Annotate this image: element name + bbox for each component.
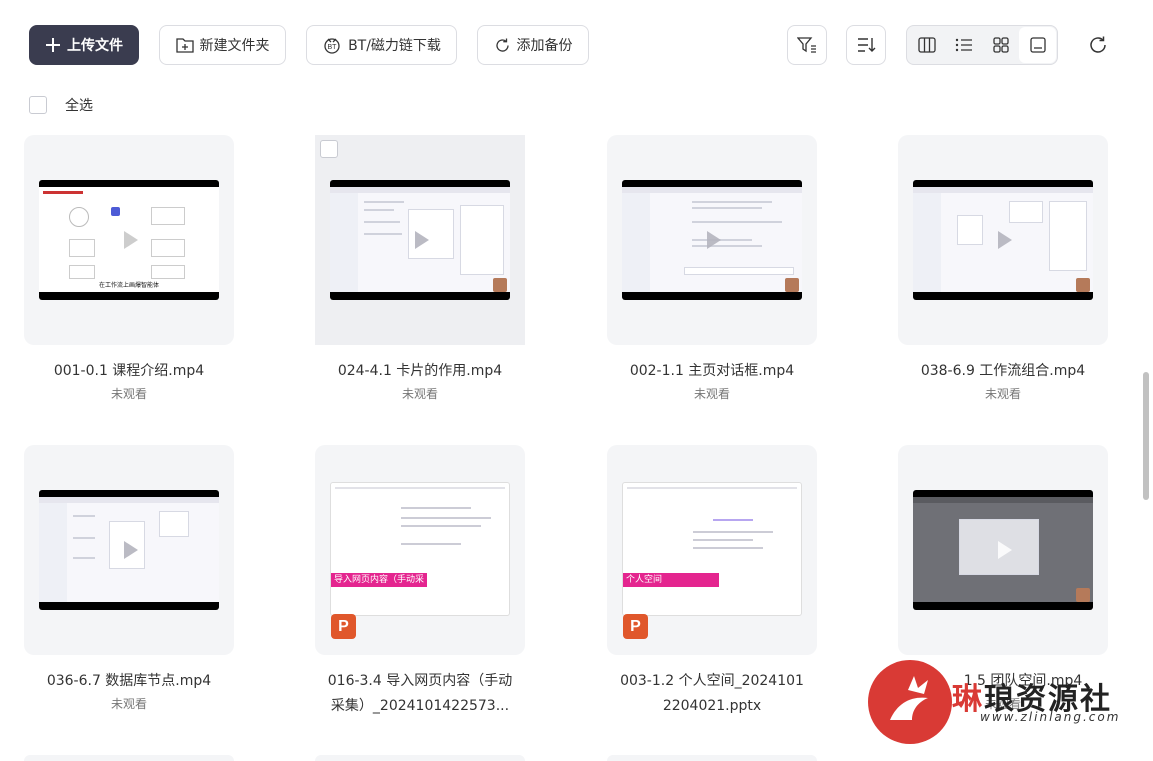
file-card[interactable]: 个人空间 P 003-1.2 个人空间_2024101 2204021.pptx (607, 445, 817, 719)
file-thumbnail[interactable]: 在工作流上画爆智能体 (24, 135, 234, 345)
presenter-avatar (1076, 588, 1090, 602)
plus-icon (46, 38, 60, 52)
add-backup-button[interactable]: 添加备份 (477, 25, 589, 65)
file-checkbox[interactable] (320, 140, 338, 158)
file-card[interactable]: 002-1.1 主页对话框.mp4 未观看 (607, 135, 817, 402)
upload-label: 上传文件 (67, 38, 123, 54)
play-icon (415, 230, 429, 249)
video-thumbnail (622, 180, 802, 300)
refresh-button[interactable] (1085, 32, 1111, 58)
presenter-avatar (493, 278, 507, 292)
watch-status: 未观看 (693, 387, 730, 401)
columns-view-icon (917, 37, 936, 53)
video-caption: 在工作流上画爆智能体 (98, 282, 159, 289)
filter-button[interactable] (787, 25, 827, 65)
grid-view-button[interactable] (982, 27, 1019, 63)
play-icon (707, 230, 721, 249)
file-card[interactable]: 在工作流上画爆智能体 001-0.1 课程介绍.mp4 未观看 (24, 135, 234, 402)
watch-status: 未观看 (401, 387, 438, 401)
sort-button[interactable] (846, 25, 886, 65)
sync-icon (495, 38, 509, 52)
play-icon (998, 230, 1012, 249)
card-view-button[interactable] (1019, 27, 1056, 63)
file-thumbnail[interactable] (607, 135, 817, 345)
scrollbar-thumb[interactable] (1143, 372, 1149, 500)
select-all[interactable]: 全选 (29, 95, 93, 115)
view-switcher (906, 25, 1058, 65)
slide-highlight: 个人空间 (623, 573, 719, 587)
ppt-icon: P (623, 614, 648, 639)
video-thumbnail (913, 490, 1093, 610)
play-icon (124, 540, 138, 559)
ppt-icon: P (331, 614, 356, 639)
card-view-icon (1029, 37, 1046, 53)
file-thumbnail[interactable] (24, 445, 234, 655)
watch-status: 未观看 (984, 387, 1021, 401)
file-card[interactable]: 导入网页内容（手动采集） P 016-3.4 导入网页内容（手动采集）_2024… (315, 445, 525, 719)
document-thumbnail: 导入网页内容（手动采集） (330, 482, 510, 616)
file-thumbnail[interactable] (898, 135, 1108, 345)
video-thumbnail (330, 180, 510, 300)
file-name[interactable]: 002-1.1 主页对话框.mp4 (607, 359, 817, 384)
file-name[interactable]: 038-6.9 工作流组合.mp4 (898, 359, 1108, 384)
backup-label: 添加备份 (516, 38, 573, 54)
file-thumbnail[interactable]: 个人空间 P (607, 445, 817, 655)
select-all-label: 全选 (65, 98, 93, 114)
list-view-button[interactable] (945, 27, 982, 63)
file-name[interactable]: 001-0.1 课程介绍.mp4 (24, 359, 234, 384)
watch-status: 未观看 (110, 387, 147, 401)
grid-view-icon (992, 37, 1009, 53)
presenter-avatar (1076, 278, 1090, 292)
select-all-checkbox[interactable] (29, 96, 47, 114)
upload-button[interactable]: 上传文件 (29, 25, 139, 65)
toolbar: 上传文件 新建文件夹 BT BT/磁力链下载 添加备份 (0, 0, 1153, 90)
folder-plus-icon (175, 38, 194, 53)
bt-label: BT/磁力链下载 (348, 38, 441, 54)
file-name[interactable]: 003-1.2 个人空间_2024101 2204021.pptx (607, 669, 817, 719)
file-card-peek (607, 755, 817, 761)
columns-view-button[interactable] (908, 27, 945, 63)
presenter-avatar (785, 278, 799, 292)
file-card[interactable]: 038-6.9 工作流组合.mp4 未观看 (898, 135, 1108, 402)
video-thumbnail (39, 490, 219, 610)
filter-icon (797, 37, 816, 53)
watch-status: 未观看 (110, 697, 147, 711)
svg-text:BT: BT (328, 44, 338, 51)
play-icon (998, 540, 1012, 559)
new-folder-button[interactable]: 新建文件夹 (159, 25, 286, 65)
new-folder-label: 新建文件夹 (199, 38, 270, 54)
video-thumbnail: 在工作流上画爆智能体 (39, 180, 219, 300)
file-name[interactable]: 016-3.4 导入网页内容（手动采集）_2024101422573... (315, 669, 525, 719)
watermark: 琳琅资源社 www.zlinlang.com (868, 660, 1138, 746)
video-thumbnail (913, 180, 1093, 300)
slide-highlight: 导入网页内容（手动采集） (331, 573, 427, 599)
file-thumbnail[interactable] (898, 445, 1108, 655)
file-grid: 在工作流上画爆智能体 001-0.1 课程介绍.mp4 未观看 024-4.1 … (0, 0, 1153, 761)
file-thumbnail[interactable]: 导入网页内容（手动采集） P (315, 445, 525, 655)
watermark-url: www.zlinlang.com (980, 710, 1121, 724)
file-name[interactable]: 036-6.7 数据库节点.mp4 (24, 669, 234, 694)
sort-icon (858, 38, 876, 52)
refresh-icon (1090, 36, 1106, 53)
file-card-peek (315, 755, 525, 761)
file-card[interactable]: 036-6.7 数据库节点.mp4 未观看 (24, 445, 234, 712)
list-view-icon (955, 38, 972, 52)
document-thumbnail: 个人空间 (622, 482, 802, 616)
file-thumbnail[interactable] (315, 135, 525, 345)
bt-download-button[interactable]: BT BT/磁力链下载 (306, 25, 457, 65)
watermark-logo (868, 660, 952, 744)
bt-icon: BT (324, 38, 340, 54)
file-card[interactable]: 024-4.1 卡片的作用.mp4 未观看 (315, 135, 525, 402)
file-name[interactable]: 024-4.1 卡片的作用.mp4 (315, 359, 525, 384)
play-icon (124, 230, 138, 249)
file-card-peek (24, 755, 234, 761)
